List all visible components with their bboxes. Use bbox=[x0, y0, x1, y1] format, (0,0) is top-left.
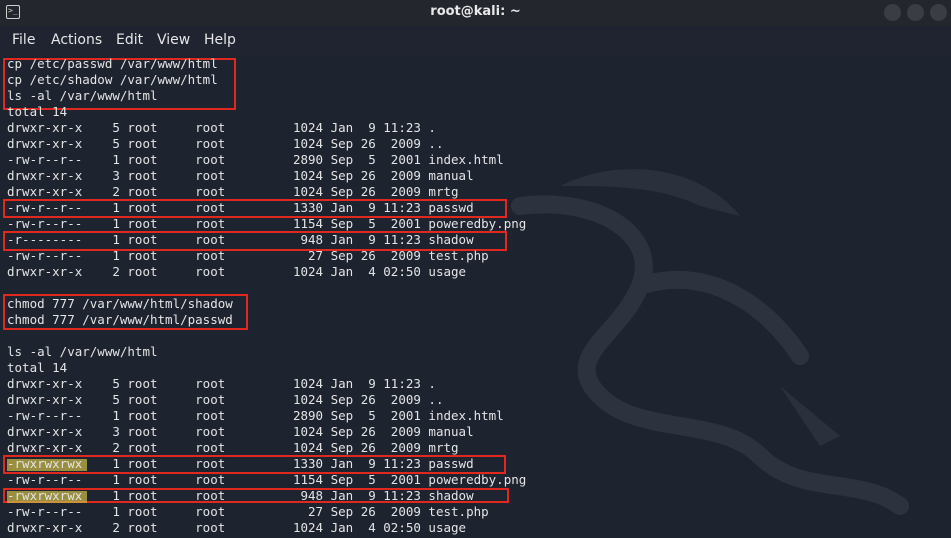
terminal-line: drwxr-xr-x 2 root root 1024 Jan 4 02:50 … bbox=[7, 264, 467, 279]
terminal-line: cp /etc/shadow /var/www/html bbox=[7, 72, 218, 87]
menu-file[interactable]: File bbox=[12, 32, 35, 48]
terminal-line: chmod 777 /var/www/html/shadow bbox=[7, 296, 233, 311]
terminal-output[interactable]: cp /etc/passwd /var/www/html cp /etc/shad… bbox=[0, 56, 951, 538]
terminal-line: drwxr-xr-x 5 root root 1024 Jan 9 11:23 … bbox=[7, 120, 436, 135]
terminal-line: drwxr-xr-x 2 root root 1024 Sep 26 2009 … bbox=[7, 184, 459, 199]
window-title: root@kali: ~ bbox=[430, 4, 521, 19]
terminal-line: drwxr-xr-x 5 root root 1024 Sep 26 2009 … bbox=[7, 392, 444, 407]
terminal-line: total 14 bbox=[7, 104, 68, 119]
menu-help[interactable]: Help bbox=[204, 32, 236, 48]
terminal-line: -rw-r--r-- 1 root root 27 Sep 26 2009 te… bbox=[7, 504, 489, 519]
title-bar: >_ root@kali: ~ bbox=[0, 0, 951, 26]
terminal-line: -rw-r--r-- 1 root root 2890 Sep 5 2001 i… bbox=[7, 152, 504, 167]
menu-bar: File Actions Edit View Help bbox=[0, 26, 951, 56]
close-button[interactable] bbox=[930, 4, 947, 21]
terminal-line: -rwxrwxrwx 1 root root 948 Jan 9 11:23 s… bbox=[7, 488, 474, 503]
terminal-line: drwxr-xr-x 5 root root 1024 Jan 9 11:23 … bbox=[7, 376, 436, 391]
minimize-button[interactable] bbox=[884, 4, 901, 21]
terminal-line: drwxr-xr-x 2 root root 1024 Jan 4 02:50 … bbox=[7, 520, 467, 535]
terminal-line: drwxr-xr-x 5 root root 1024 Sep 26 2009 … bbox=[7, 136, 444, 151]
terminal-line: ls -al /var/www/html bbox=[7, 344, 158, 359]
menu-view[interactable]: View bbox=[157, 32, 190, 48]
terminal-line: drwxr-xr-x 2 root root 1024 Sep 26 2009 … bbox=[7, 440, 459, 455]
terminal-line: ls -al /var/www/html bbox=[7, 88, 158, 103]
terminal-line: cp /etc/passwd /var/www/html bbox=[7, 56, 218, 71]
terminal-line: -rw-r--r-- 1 root root 27 Sep 26 2009 te… bbox=[7, 248, 489, 263]
terminal-line: total 14 bbox=[7, 360, 68, 375]
terminal-line: -rw-r--r-- 1 root root 1330 Jan 9 11:23 … bbox=[7, 200, 474, 215]
terminal-line: -rw-r--r-- 1 root root 1154 Sep 5 2001 p… bbox=[7, 216, 527, 231]
terminal-line: -rwxrwxrwx 1 root root 1330 Jan 9 11:23 … bbox=[7, 456, 474, 471]
terminal-line: drwxr-xr-x 3 root root 1024 Sep 26 2009 … bbox=[7, 168, 474, 183]
terminal-line: -rw-r--r-- 1 root root 1154 Sep 5 2001 p… bbox=[7, 472, 527, 487]
terminal-line: -rw-r--r-- 1 root root 2890 Sep 5 2001 i… bbox=[7, 408, 504, 423]
terminal-line: drwxr-xr-x 3 root root 1024 Sep 26 2009 … bbox=[7, 424, 474, 439]
menu-actions[interactable]: Actions bbox=[51, 32, 102, 48]
maximize-button[interactable] bbox=[907, 4, 924, 21]
terminal-line: -r-------- 1 root root 948 Jan 9 11:23 s… bbox=[7, 232, 474, 247]
menu-edit[interactable]: Edit bbox=[116, 32, 143, 48]
terminal-line: chmod 777 /var/www/html/passwd bbox=[7, 312, 233, 327]
